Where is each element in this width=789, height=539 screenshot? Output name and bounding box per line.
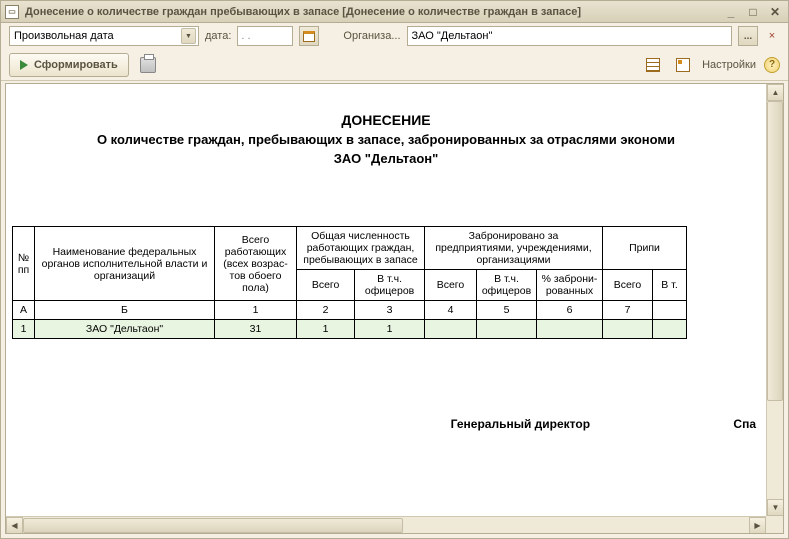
coln-5: 5 <box>477 301 537 320</box>
org-input[interactable]: ЗАО "Дельтаон" <box>407 26 732 46</box>
org-value: ЗАО "Дельтаон" <box>412 30 493 42</box>
close-button[interactable]: ✕ <box>766 4 784 20</box>
col-reserve: Общая численность работающих граждан, пр… <box>297 227 425 270</box>
scroll-up-button[interactable]: ▲ <box>767 84 784 101</box>
period-combo[interactable]: Произвольная дата ▼ <box>9 26 199 46</box>
col-r-total: Всего <box>297 270 355 301</box>
col-p-vt: В т. <box>653 270 687 301</box>
report-org: ЗАО "Дельтаон" <box>6 151 766 166</box>
coln-4: 4 <box>425 301 477 320</box>
col-b-pct: % заброни-рованных <box>537 270 603 301</box>
org-clear-button[interactable]: × <box>764 26 780 46</box>
col-p-total: Всего <box>603 270 653 301</box>
col-total: Всего работающих (всех возрас-тов обоего… <box>215 227 297 301</box>
cell-rof: 1 <box>355 320 425 339</box>
generate-button[interactable]: Сформировать <box>9 53 129 77</box>
coln-1: 1 <box>215 301 297 320</box>
coln-a: А <box>13 301 35 320</box>
scroll-down-button[interactable]: ▼ <box>767 499 784 516</box>
minimize-button[interactable]: _ <box>722 4 740 20</box>
date-label: дата: <box>205 30 231 42</box>
col-name: Наименование федеральных органов исполни… <box>35 227 215 301</box>
calendar-icon <box>303 31 315 42</box>
settings-link[interactable]: Настройки <box>702 59 756 71</box>
scroll-left-button[interactable]: ◀ <box>6 517 23 534</box>
titlebar: ▭ Донесение о количестве граждан пребыва… <box>1 1 788 23</box>
cell-bof <box>477 320 537 339</box>
generate-label: Сформировать <box>34 59 118 71</box>
cell-total: 31 <box>215 320 297 339</box>
report-title: ДОНЕСЕНИЕ <box>6 112 766 128</box>
scroll-right-button[interactable]: ▶ <box>749 517 766 534</box>
vscroll-thumb[interactable] <box>767 101 783 401</box>
sig-name: Спа <box>733 417 756 431</box>
cell-n: 1 <box>13 320 35 339</box>
signature-line: Генеральный директор Спа <box>6 417 766 431</box>
coln-b: Б <box>35 301 215 320</box>
cell-name: ЗАО "Дельтаон" <box>35 320 215 339</box>
cell-icon <box>676 58 690 72</box>
grid-button[interactable] <box>642 54 664 76</box>
scroll-corner <box>766 516 783 533</box>
help-button[interactable]: ? <box>764 57 780 73</box>
grid-icon <box>646 58 660 72</box>
play-icon <box>20 60 28 70</box>
cell-btotal <box>425 320 477 339</box>
cell-button[interactable] <box>672 54 694 76</box>
col-b-total: Всего <box>425 270 477 301</box>
vertical-scrollbar[interactable]: ▲ ▼ <box>766 84 783 516</box>
cell-ptotal <box>603 320 653 339</box>
coln-3: 3 <box>355 301 425 320</box>
cell-pvt <box>653 320 687 339</box>
coln-2: 2 <box>297 301 355 320</box>
date-value: . . <box>241 30 250 42</box>
period-value: Произвольная дата <box>14 30 181 42</box>
cell-bpct <box>537 320 603 339</box>
coln-7: 7 <box>603 301 653 320</box>
col-pripis: Припи <box>603 227 687 270</box>
col-r-of: В т.ч. офицеров <box>355 270 425 301</box>
org-select-button[interactable]: ... <box>738 26 758 46</box>
col-b-of: В т.ч. офицеров <box>477 270 537 301</box>
table-row[interactable]: 1 ЗАО "Дельтаон" 31 1 1 <box>13 320 687 339</box>
hscroll-thumb[interactable] <box>23 518 403 533</box>
report-subtitle: О количестве граждан, пребывающих в запа… <box>6 132 766 147</box>
chevron-down-icon[interactable]: ▼ <box>181 28 196 44</box>
org-label: Организа... <box>343 30 400 42</box>
coln-6: 6 <box>537 301 603 320</box>
sig-role: Генеральный директор <box>451 417 590 431</box>
print-button[interactable] <box>137 54 159 76</box>
report-table: № пп Наименование федеральных органов ис… <box>12 226 687 339</box>
col-npp: № пп <box>13 227 35 301</box>
calendar-button[interactable] <box>299 26 319 46</box>
app-icon: ▭ <box>5 5 19 19</box>
coln-8 <box>653 301 687 320</box>
col-booked: Забронировано за предприятиями, учрежден… <box>425 227 603 270</box>
cell-rtotal: 1 <box>297 320 355 339</box>
report-area: ДОНЕСЕНИЕ О количестве граждан, пребываю… <box>5 83 784 534</box>
date-input[interactable]: . . <box>237 26 293 46</box>
window-title: Донесение о количестве граждан пребывающ… <box>25 6 722 18</box>
printer-icon <box>140 57 156 73</box>
horizontal-scrollbar[interactable]: ◀ ▶ <box>6 516 766 533</box>
maximize-button[interactable]: □ <box>744 4 762 20</box>
